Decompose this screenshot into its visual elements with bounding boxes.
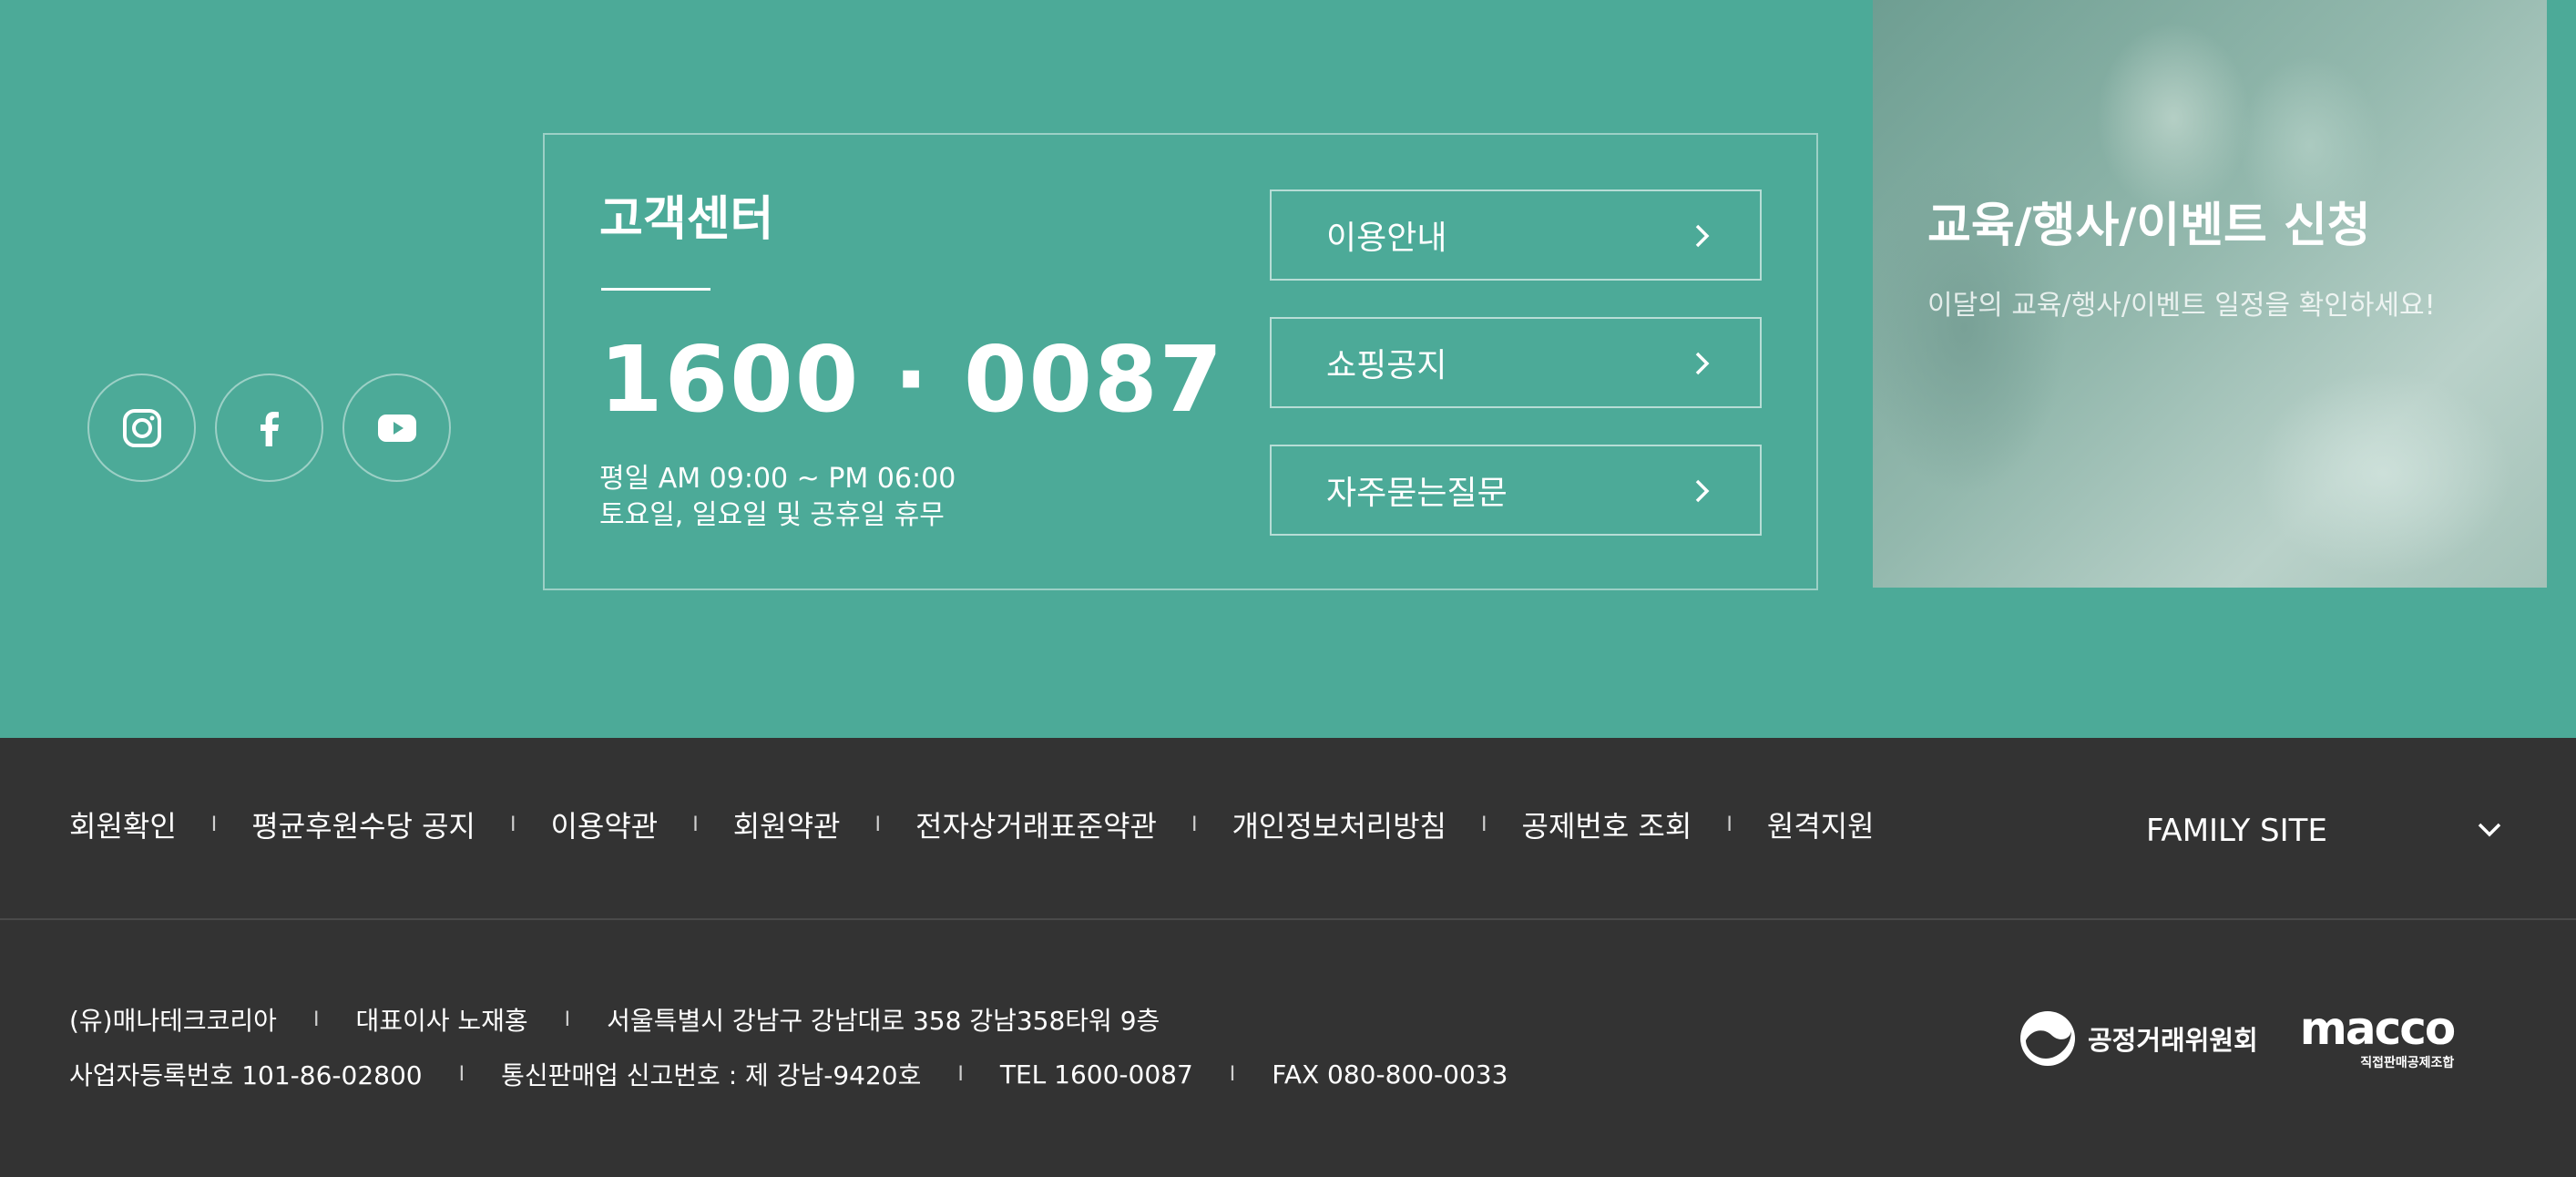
footer-nav-list: 회원확인 I 평균후원수당 공지 I 이용약관 I 회원약관 I 전자상거래표준…: [69, 803, 1875, 845]
ftc-logo[interactable]: 공정거래위원회: [2019, 1009, 2258, 1068]
facebook-icon: [260, 411, 279, 446]
info-separator: I: [312, 1008, 320, 1031]
shopping-notice-label: 쇼핑공지: [1326, 347, 1447, 384]
business-registration-number: 사업자등록번호 101-86-02800: [69, 1060, 423, 1090]
event-banner[interactable]: 교육/행사/이벤트 신청 이달의 교육/행사/이벤트 일정을 확인하세요!: [1873, 0, 2547, 588]
nav-average-allowance-notice[interactable]: 평균후원수당 공지: [251, 803, 475, 845]
ftc-emblem-icon: [2020, 1011, 2075, 1066]
nav-separator: I: [1191, 813, 1198, 836]
company-tel: TEL 1600-0087: [999, 1059, 1193, 1090]
facebook-button[interactable]: [215, 374, 323, 482]
youtube-button[interactable]: [342, 374, 451, 482]
customer-center-phone: 1600 · 0087: [599, 326, 1225, 433]
macco-logo-subtext: 직접판매공제조합: [2360, 1056, 2455, 1070]
customer-center-box: 고객센터 1600 · 0087 평일 AM 09:00 ~ PM 06:00 …: [543, 133, 1818, 590]
company-info-row: 사업자등록번호 101-86-02800 I 통신판매업 신고번호 : 제 강남…: [69, 1054, 1508, 1094]
nav-terms-of-use[interactable]: 이용약관: [550, 803, 658, 845]
company-fax: FAX 080-800-0033: [1272, 1059, 1508, 1090]
macco-logo[interactable]: macco 직접판매공제조합: [2299, 1002, 2456, 1071]
youtube-icon: [377, 414, 416, 442]
customer-center-title: 고객센터: [599, 192, 774, 247]
faq-button[interactable]: 자주묻는질문: [1270, 445, 1762, 536]
family-site-select[interactable]: FAMILY SITE: [2146, 803, 2510, 858]
mail-order-number: 통신판매업 신고번호 : 제 강남-9420호: [501, 1060, 922, 1090]
info-separator: I: [564, 1008, 571, 1031]
ceo-name: 대표이사 노재홍: [355, 1006, 528, 1036]
nav-member-check[interactable]: 회원확인: [69, 803, 177, 845]
chevron-down-icon: [2478, 823, 2501, 837]
usage-guide-button[interactable]: 이용안내: [1270, 189, 1762, 281]
event-title: 교육/행사/이벤트 신청: [1927, 199, 2371, 253]
macco-logo-text: macco: [2299, 1002, 2456, 1055]
hours-weekday: 평일 AM 09:00 ~ PM 06:00: [599, 463, 956, 495]
partner-logos: 공정거래위원회 macco 직접판매공제조합: [2019, 1002, 2456, 1071]
nav-member-terms[interactable]: 회원약관: [733, 803, 841, 845]
chevron-right-icon: [1695, 224, 1710, 248]
nav-separator: I: [874, 813, 882, 836]
faq-label: 자주묻는질문: [1326, 475, 1508, 512]
shopping-notice-button[interactable]: 쇼핑공지: [1270, 317, 1762, 408]
info-separator: I: [458, 1062, 465, 1086]
nav-separator: I: [210, 813, 218, 836]
ftc-logo-text: 공정거래위원회: [2088, 1025, 2258, 1056]
business-hours: 평일 AM 09:00 ~ PM 06:00 토요일, 일요일 및 공휴일 휴무: [599, 461, 956, 534]
nav-separator: I: [1726, 813, 1733, 836]
social-links: [87, 374, 451, 482]
company-name: (유)매나테크코리아: [69, 1006, 277, 1036]
chevron-right-icon: [1695, 352, 1710, 375]
company-address: 서울특별시 강남구 강남대로 358 강남358타워 9층: [607, 1006, 1160, 1036]
nav-separator: I: [1481, 813, 1487, 836]
usage-guide-label: 이용안내: [1326, 220, 1447, 257]
company-info-row: (유)매나테크코리아 I 대표이사 노재홍 I 서울특별시 강남구 강남대로 3…: [69, 999, 1508, 1039]
instagram-icon: [122, 408, 161, 447]
event-subtitle: 이달의 교육/행사/이벤트 일정을 확인하세요!: [1927, 290, 2436, 322]
customer-center-links: 이용안내 쇼핑공지 자주묻는질문: [1270, 189, 1762, 572]
info-separator: I: [957, 1062, 964, 1086]
customer-section: 고객센터 1600 · 0087 평일 AM 09:00 ~ PM 06:00 …: [0, 0, 2576, 738]
nav-separator: I: [692, 813, 699, 836]
nav-privacy-policy[interactable]: 개인정보처리방침: [1232, 803, 1446, 845]
footer-nav: 회원확인 I 평균후원수당 공지 I 이용약관 I 회원약관 I 전자상거래표준…: [0, 738, 2576, 920]
title-divider: [601, 288, 710, 291]
nav-ecommerce-terms[interactable]: 전자상거래표준약관: [915, 803, 1157, 845]
nav-separator: I: [509, 813, 516, 836]
info-separator: I: [1229, 1062, 1236, 1086]
company-info: (유)매나테크코리아 I 대표이사 노재홍 I 서울특별시 강남구 강남대로 3…: [69, 999, 1508, 1109]
chevron-right-icon: [1695, 479, 1710, 503]
family-site-label: FAMILY SITE: [2146, 813, 2327, 849]
instagram-button[interactable]: [87, 374, 196, 482]
hours-closed: 토요일, 일요일 및 공휴일 휴무: [599, 499, 945, 531]
nav-deduction-lookup[interactable]: 공제번호 조회: [1522, 803, 1692, 845]
nav-remote-support[interactable]: 원격지원: [1767, 803, 1875, 845]
